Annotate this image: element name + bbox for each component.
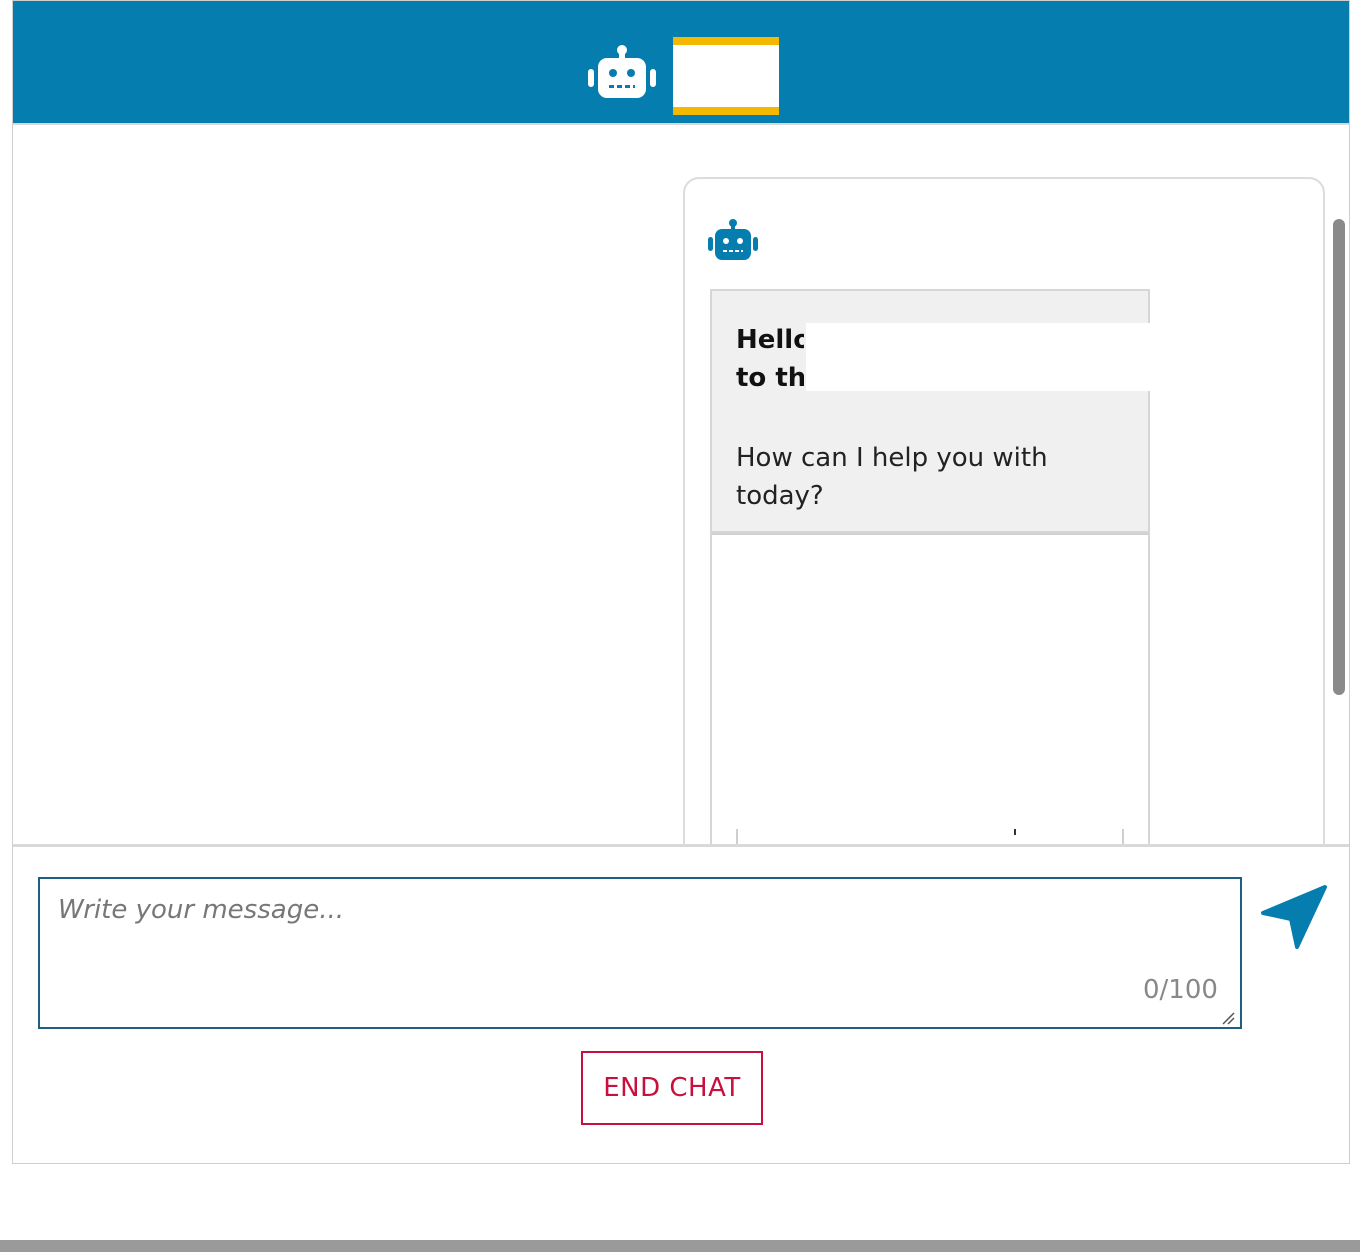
- quick-reply-option[interactable]: [736, 829, 1124, 845]
- message-scrollbar[interactable]: [1333, 219, 1345, 695]
- chat-header: [13, 1, 1349, 125]
- resize-handle-icon[interactable]: [1221, 1011, 1235, 1025]
- redacted-area: [806, 323, 1150, 391]
- send-button[interactable]: [1259, 883, 1329, 953]
- greeting-line-1: Hello: [736, 325, 804, 355]
- send-arrow-icon: [1261, 885, 1327, 949]
- bot-message-card: Hello to the How can I help you with tod…: [683, 177, 1325, 845]
- message-list[interactable]: Hello to the How can I help you with tod…: [13, 125, 1349, 845]
- bottom-bar: [0, 1240, 1360, 1252]
- robot-icon: [708, 219, 758, 260]
- message-input[interactable]: [38, 877, 1242, 1029]
- greeting-line-2: to the: [736, 363, 804, 393]
- option-cursor-mark: [1014, 829, 1016, 835]
- bot-message-bubble: Hello to the How can I help you with tod…: [710, 289, 1150, 533]
- header-title: [673, 37, 779, 115]
- bot-question: How can I help you with today?: [736, 443, 1048, 511]
- char-counter: 0/100: [1143, 975, 1218, 1005]
- chat-window: Hello to the How can I help you with tod…: [12, 0, 1350, 1164]
- end-chat-button[interactable]: END CHAT: [581, 1051, 763, 1125]
- quick-reply-panel: [710, 533, 1150, 845]
- composer: 0/100 END CHAT: [13, 844, 1349, 1163]
- robot-icon: [588, 45, 656, 98]
